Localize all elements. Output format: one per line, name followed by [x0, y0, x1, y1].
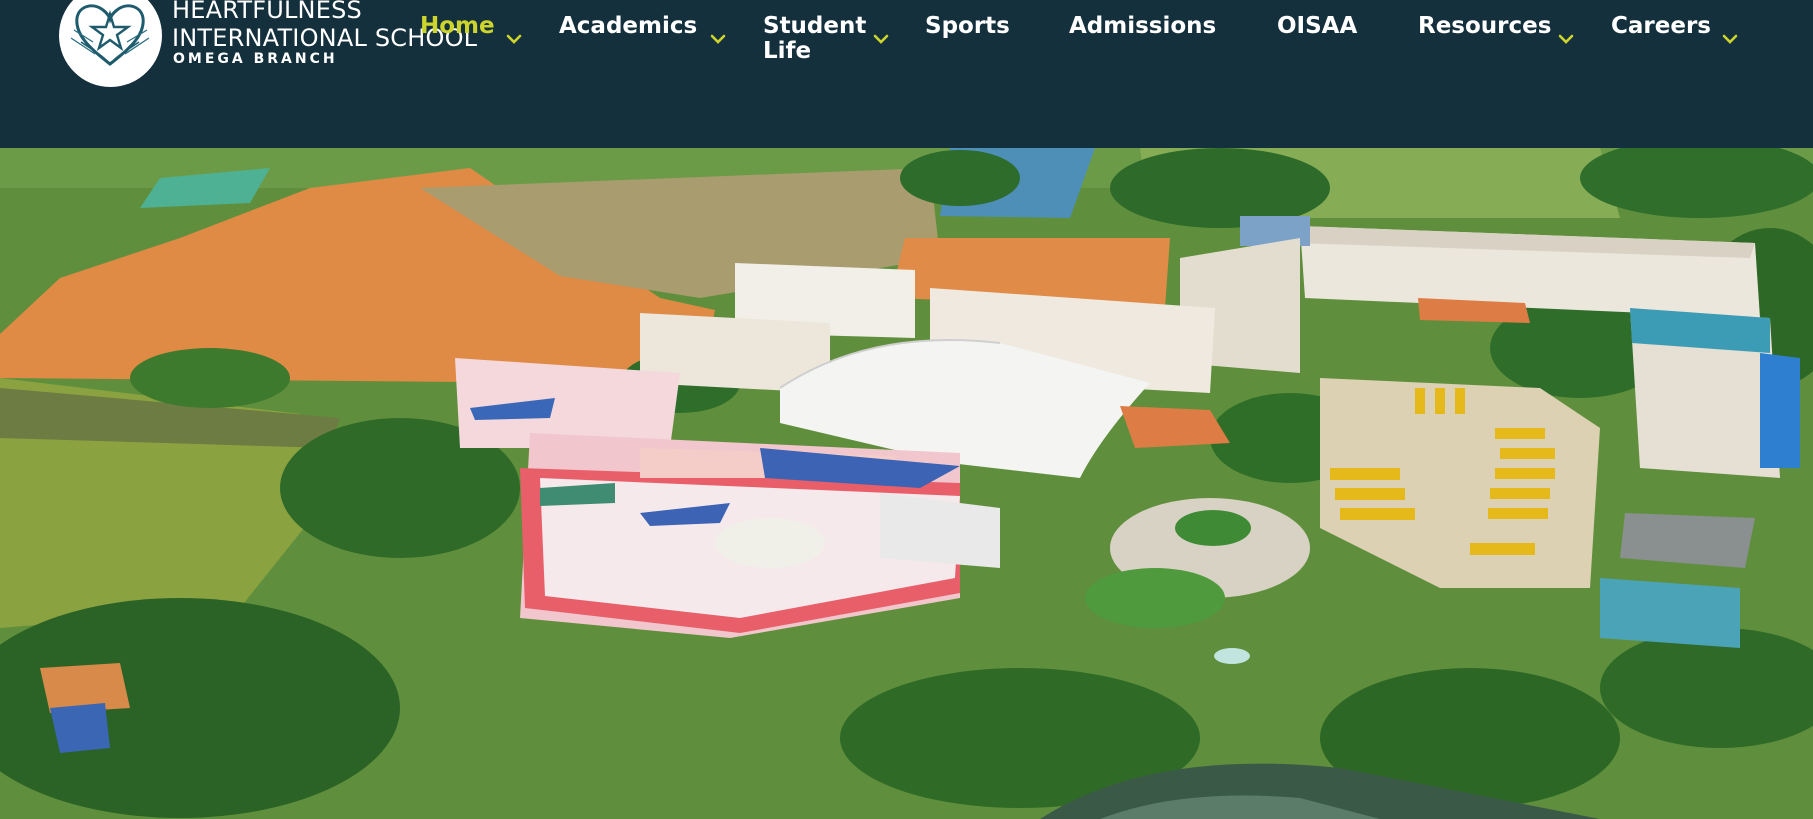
- campus-aerial-illustration: [0, 148, 1813, 819]
- chevron-down-icon[interactable]: [873, 34, 889, 44]
- chevron-down-icon[interactable]: [506, 34, 522, 44]
- chevron-down-icon[interactable]: [1722, 34, 1738, 44]
- nav-label-sports: Sports: [925, 13, 1010, 39]
- chevron-down-icon[interactable]: [710, 34, 726, 44]
- nav-label-resources: Resources: [1418, 13, 1552, 39]
- heart-star-logo-icon: [59, 0, 162, 87]
- brand-name-line1: HEARTFULNESS: [172, 0, 362, 24]
- nav-label-admissions: Admissions: [1069, 13, 1217, 39]
- brand-branch: OMEGA BRANCH: [173, 51, 338, 67]
- nav-label-academics: Academics: [559, 13, 698, 39]
- chevron-down-icon[interactable]: [1558, 34, 1574, 44]
- campus-aerial-photo: [0, 148, 1813, 819]
- nav-label-careers: Careers: [1611, 13, 1711, 39]
- nav-label-home: Home: [420, 13, 495, 39]
- school-logo[interactable]: [59, 0, 162, 87]
- nav-label-oisaa: OISAA: [1277, 13, 1358, 39]
- site-header: HEARTFULNESS INTERNATIONAL SCHOOL OMEGA …: [0, 0, 1813, 148]
- nav-label-student-life: Student Life: [763, 13, 867, 64]
